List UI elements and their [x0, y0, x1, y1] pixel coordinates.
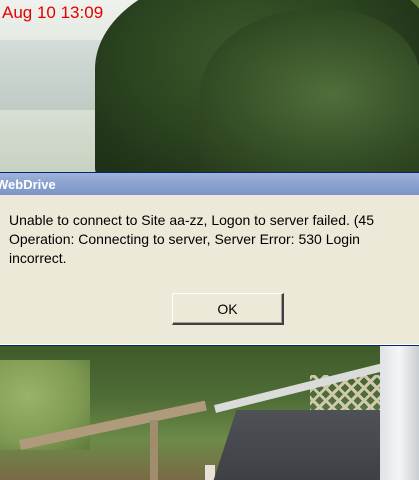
dialog-body: Unable to connect to Site aa-zz, Logon t… — [0, 195, 419, 268]
camera-timestamp: Aug 10 13:09 — [2, 3, 104, 22]
error-dialog: WebDrive Unable to connect to Site aa-zz… — [0, 172, 419, 346]
dialog-title: WebDrive — [0, 176, 56, 192]
tree-foliage — [200, 10, 419, 180]
ok-button[interactable]: OK — [172, 293, 284, 325]
pole — [380, 345, 419, 480]
deck-post — [150, 420, 158, 480]
dialog-titlebar[interactable]: WebDrive — [0, 173, 419, 195]
error-message-line: incorrect. — [9, 250, 67, 266]
error-message-line: Unable to connect to Site aa-zz, Logon t… — [9, 212, 374, 228]
error-message-line: Operation: Connecting to server, Server … — [9, 231, 360, 247]
